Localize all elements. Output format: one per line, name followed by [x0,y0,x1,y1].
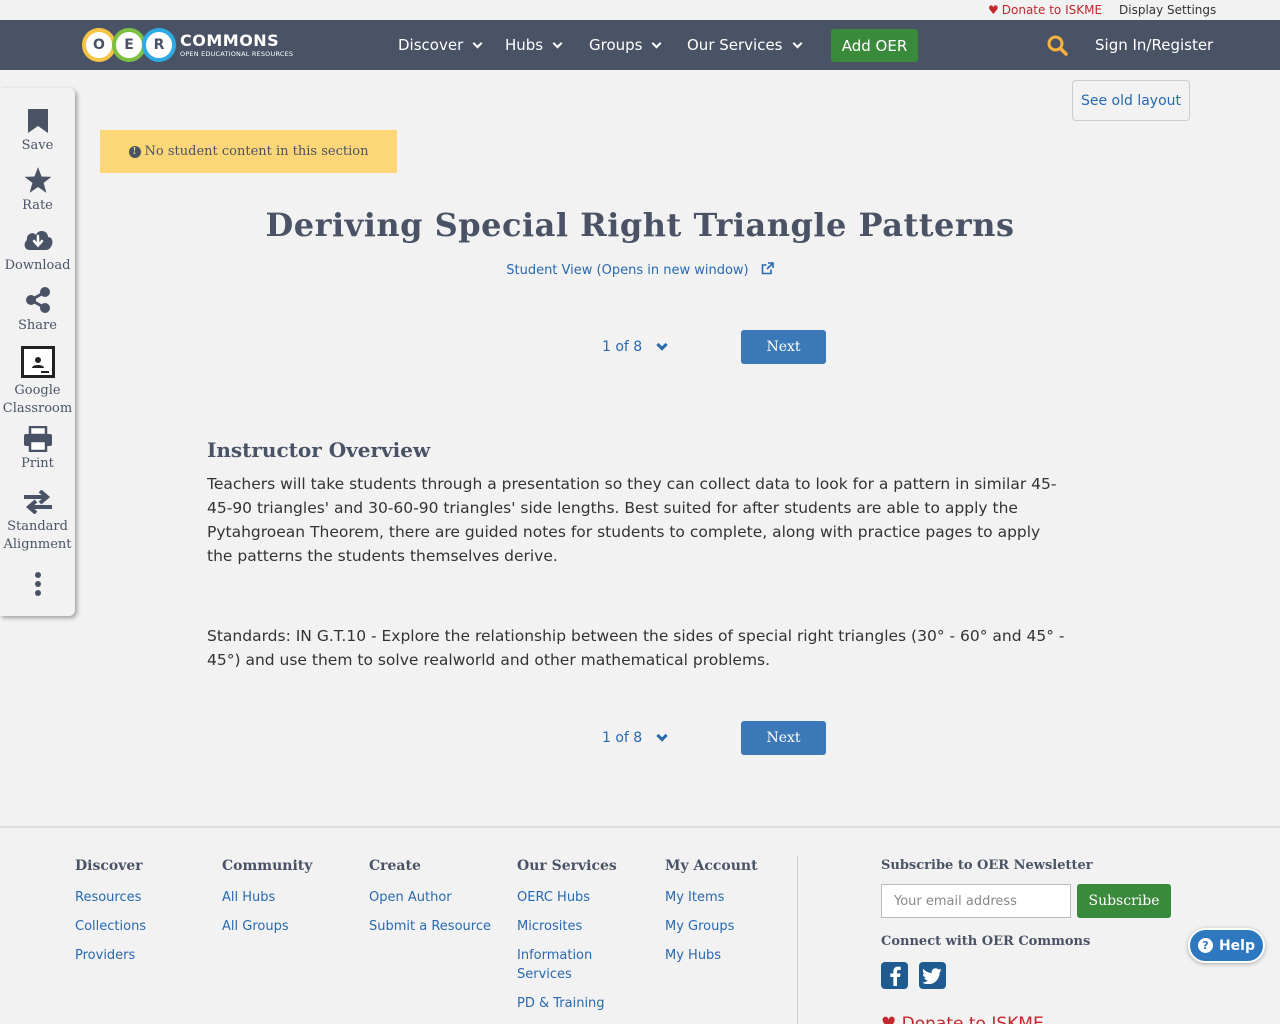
more-vertical-icon [34,572,41,596]
page-title: Deriving Special Right Triangle Patterns [265,206,1015,244]
nav-hubs[interactable]: Hubs [505,36,563,54]
print-icon [23,426,52,452]
footer-heading: Discover [75,858,143,874]
footer-link-my-hubs[interactable]: My Hubs [665,946,758,965]
subscribe-button[interactable]: Subscribe [1077,884,1171,918]
sign-in-register-link[interactable]: Sign In/Register [1095,36,1213,54]
footer-link-resources[interactable]: Resources [75,888,146,907]
share-icon [25,287,50,313]
connect-title: Connect with OER Commons [881,934,1091,949]
student-view-link[interactable]: Student View (Opens in new window) [0,262,1280,278]
facebook-icon[interactable] [881,962,908,989]
chevron-down-icon [792,38,802,48]
logo-text: COMMONS OPEN EDUCATIONAL RESOURCES [180,30,294,58]
newsletter-email-input[interactable] [881,884,1071,918]
utility-bar: ♥ Donate to ISKME Display Settings [0,0,1280,20]
standards-text: Standards: IN G.T.10 - Explore the relat… [207,627,1065,669]
footer-col-our-services: Our Services OERC Hubs Microsites Inform… [517,858,627,1023]
google-classroom-button[interactable]: Google Classroom [0,346,75,418]
footer-link-submit-resource[interactable]: Submit a Resource [369,917,491,936]
question-circle-icon: ? [1197,938,1213,953]
footer-link-providers[interactable]: Providers [75,946,146,965]
footer-link-all-hubs[interactable]: All Hubs [222,888,312,907]
newsletter-title: Subscribe to OER Newsletter [881,858,1093,873]
footer-col-create: Create Open Author Submit a Resource [369,858,491,946]
footer-heading: Our Services [517,858,617,874]
nav-our-services[interactable]: Our Services [687,36,802,54]
section-select-value: 1 of 8 [602,730,643,746]
footer-link-microsites[interactable]: Microsites [517,917,627,936]
footer-donate-label: Donate to ISKME [901,1014,1044,1024]
standard-alignment-label: Standard Alignment [3,519,72,552]
main-navbar: O E R COMMONS OPEN EDUCATIONAL RESOURCES… [0,20,1280,70]
nav-discover[interactable]: Discover [398,36,483,54]
standard-alignment-button[interactable]: Standard Alignment [0,490,75,554]
footer-divider [797,856,798,1024]
footer-link-open-author[interactable]: Open Author [369,888,491,907]
display-settings-link[interactable]: Display Settings [1119,3,1216,17]
save-button[interactable]: Save [0,108,75,153]
exchange-icon [23,490,52,514]
search-icon[interactable] [1047,35,1068,56]
donate-label: Donate to ISKME [1001,3,1103,17]
footer-link-pd-training[interactable]: PD & Training [517,994,627,1013]
chevron-down-icon [552,38,563,48]
footer-donate-link[interactable]: ♥ Donate to ISKME [881,1014,1044,1024]
print-button[interactable]: Print [0,426,75,471]
chevron-down-icon [656,730,668,742]
donate-link[interactable]: ♥ Donate to ISKME [988,3,1102,17]
exclamation-circle-icon: ! [128,145,141,158]
next-button-top[interactable]: Next [741,330,826,364]
logo-circle-e: E [112,28,146,62]
oer-commons-logo[interactable]: O E R COMMONS OPEN EDUCATIONAL RESOURCES [82,25,293,65]
section-heading: Instructor Overview [207,438,431,462]
add-oer-button[interactable]: Add OER [831,29,918,62]
footer-heading: Community [222,858,313,874]
footer-col-community: Community All Hubs All Groups [222,858,312,946]
help-button[interactable]: ? Help [1188,928,1265,963]
site-footer: Discover Resources Collections Providers… [0,826,1280,1024]
footer-col-my-account: My Account My Items My Groups My Hubs [665,858,758,975]
bookmark-icon [27,109,48,133]
nav-groups[interactable]: Groups [589,36,662,54]
footer-link-collections[interactable]: Collections [75,917,146,936]
next-button-bottom[interactable]: Next [741,721,826,755]
star-icon [24,167,51,193]
footer-link-my-items[interactable]: My Items [665,888,758,907]
footer-col-discover: Discover Resources Collections Providers [75,858,146,975]
footer-heading: Create [369,858,421,874]
heart-icon: ♥ [988,3,999,17]
twitter-icon[interactable] [919,962,946,989]
student-view-label: Student View (Opens in new window) [506,263,749,278]
google-classroom-label: Google Classroom [2,383,73,416]
resource-tools-sidebar: Save Rate Download Share Google Classroo… [0,88,75,616]
google-classroom-icon [20,346,55,378]
section-select-top[interactable]: 1 of 8 [602,339,668,355]
logo-circle-r: R [142,28,176,62]
footer-link-my-groups[interactable]: My Groups [665,917,758,936]
footer-link-all-groups[interactable]: All Groups [222,917,312,936]
footer-heading: My Account [665,858,758,874]
footer-link-information-services[interactable]: Information Services [517,946,627,984]
external-link-icon [761,262,774,275]
student-content-notice: ! No student content in this section [100,130,397,173]
chevron-down-icon [656,339,668,351]
section-select-value: 1 of 8 [602,339,643,355]
chevron-down-icon [652,38,662,48]
more-options-button[interactable] [0,572,75,600]
footer-link-oerc-hubs[interactable]: OERC Hubs [517,888,627,907]
heart-icon: ♥ [881,1014,897,1024]
see-old-layout-button[interactable]: See old layout [1072,80,1190,121]
logo-circle-o: O [82,28,116,62]
share-button[interactable]: Share [0,286,75,333]
help-label: Help [1218,937,1256,954]
notice-text: No student content in this section [144,144,369,159]
overview-text: Teachers will take students through a pr… [207,475,1057,565]
section-select-bottom[interactable]: 1 of 8 [602,730,668,746]
chevron-down-icon [472,38,483,48]
